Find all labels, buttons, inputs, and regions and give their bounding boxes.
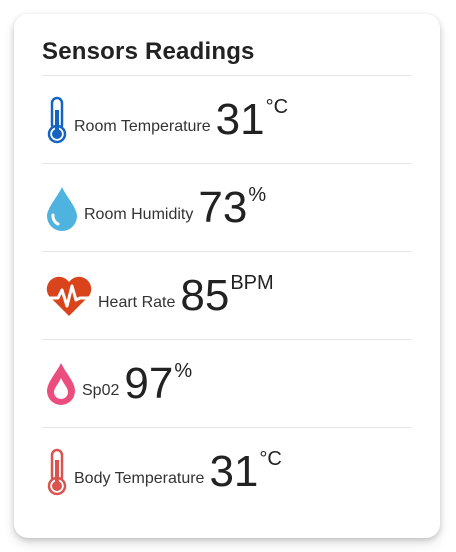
sensor-label: Room Humidity — [84, 205, 194, 223]
sensor-value: 85 — [180, 270, 230, 320]
water-drop-icon — [42, 184, 82, 232]
sensor-unit: BPM — [230, 272, 274, 294]
sensor-row-room-temperature: Room Temperature 31 °C — [42, 75, 412, 163]
sensor-row-room-humidity: Room Humidity 73 % — [42, 163, 412, 251]
sensor-unit: % — [174, 360, 193, 382]
sensor-label: Body Temperature — [74, 469, 205, 487]
sensor-unit: °C — [265, 96, 289, 118]
sensor-row-sp02: Sp02 97 % — [42, 339, 412, 427]
thermometer-icon — [42, 448, 72, 496]
sensor-row-heart-rate: Heart Rate 85 BPM — [42, 251, 412, 339]
sensor-value: 97 — [124, 358, 174, 408]
sensor-unit: °C — [259, 448, 282, 470]
sensor-value: 31 — [215, 94, 265, 144]
thermometer-icon — [42, 96, 72, 144]
sensor-value: 73 — [198, 182, 248, 232]
blood-drop-icon — [42, 360, 80, 408]
sensor-label: Heart Rate — [98, 293, 176, 311]
heart-pulse-icon — [42, 274, 96, 318]
card-title: Sensors Readings — [42, 38, 255, 65]
sensor-unit: % — [248, 184, 267, 206]
sensor-label: Sp02 — [82, 381, 120, 399]
sensor-row-body-temperature: Body Temperature 31 °C — [42, 427, 412, 515]
sensor-list: Room Temperature 31 °C Room Humidity 73 … — [42, 75, 412, 515]
sensor-value: 31 — [209, 446, 259, 496]
sensor-label: Room Temperature — [74, 117, 211, 135]
sensors-card: Sensors Readings Room Temperature 31 °C — [14, 14, 440, 538]
